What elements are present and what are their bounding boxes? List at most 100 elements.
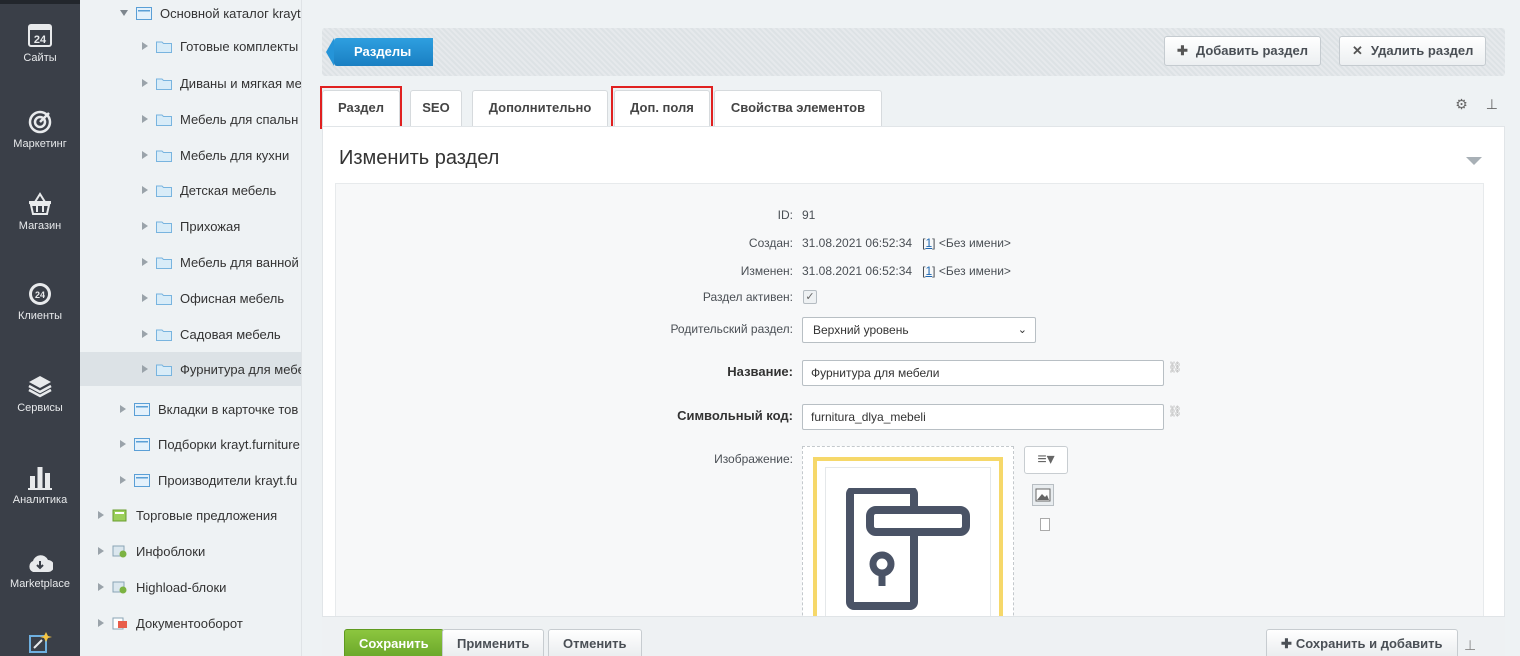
created-user-name: <Без имени>: [938, 236, 1011, 250]
sidebar-item-services[interactable]: Сервисы: [0, 374, 80, 414]
tree-item[interactable]: Офисная мебель: [80, 285, 301, 311]
expand-arrow-icon[interactable]: [142, 79, 148, 87]
sidebar-item-clients[interactable]: 24 Клиенты: [0, 282, 80, 322]
modified-user-link[interactable]: 1: [925, 264, 932, 278]
edit-section-panel: Изменить раздел ID: 91 Создан: 31.08.202…: [322, 126, 1505, 656]
apply-button[interactable]: Применить: [442, 629, 545, 656]
created-user-link[interactable]: 1: [925, 236, 932, 250]
pin-icon[interactable]: ⊥: [1486, 96, 1498, 112]
sidebar-item-marketplace[interactable]: Marketplace: [0, 552, 80, 590]
sidebar-item-marketing[interactable]: Маркетинг: [0, 110, 80, 150]
sidebar-item-shop[interactable]: Магазин: [0, 192, 80, 232]
menu-lines-icon: ≡▾: [1037, 451, 1055, 468]
expand-arrow-icon[interactable]: [98, 583, 104, 591]
tree-item-label: Основной каталог krayt: [160, 5, 301, 21]
created-date: 31.08.2021 06:52:34: [802, 236, 913, 250]
tree-item[interactable]: Документооборот: [80, 610, 301, 636]
expand-arrow-icon[interactable]: [120, 440, 126, 448]
modified-value: 31.08.2021 06:52:34 [1] <Без имени>: [802, 264, 1011, 278]
image-menu-button[interactable]: ≡▾: [1024, 446, 1068, 474]
tree-item[interactable]: Мебель для кухни: [80, 142, 301, 168]
tree-item[interactable]: Производители krayt.fu: [80, 467, 301, 493]
tab-additional[interactable]: Дополнительно: [472, 90, 608, 126]
tree-item-label: Мебель для спальн: [180, 111, 299, 127]
expand-arrow-icon[interactable]: [142, 115, 148, 123]
tree-item[interactable]: Садовая мебель: [80, 321, 301, 347]
sidebar-item-label: Клиенты: [17, 310, 63, 322]
folder-icon: [156, 150, 172, 162]
expand-arrow-icon[interactable]: [142, 294, 148, 302]
basket-icon: [29, 192, 51, 215]
breadcrumb-sections[interactable]: Разделы: [325, 38, 434, 66]
image-icon[interactable]: [1032, 484, 1054, 506]
offers-icon: [112, 509, 127, 521]
cancel-button[interactable]: Отменить: [548, 629, 642, 656]
parent-label: Родительский раздел:: [670, 322, 793, 336]
folder-icon: [156, 41, 172, 53]
add-section-label: Добавить раздел: [1195, 43, 1309, 58]
translit-link-icon[interactable]: ⛓: [1168, 361, 1182, 385]
tree-item[interactable]: Подборки krayt.furniture: [80, 431, 301, 457]
tab-extra-fields[interactable]: Доп. поля: [614, 90, 710, 126]
tab-seo[interactable]: SEO: [410, 90, 462, 126]
code-label: Символьный код:: [677, 408, 793, 423]
form-footer: Сохранить Применить Отменить ✚ Сохранить …: [322, 616, 1505, 656]
save-and-add-button[interactable]: ✚ Сохранить и добавить: [1266, 629, 1458, 656]
expand-arrow-icon[interactable]: [98, 547, 104, 555]
delete-section-label: Удалить раздел: [1370, 43, 1474, 58]
file-icon[interactable]: [1040, 518, 1050, 531]
tree-item[interactable]: Детская мебель: [80, 177, 301, 203]
expand-arrow-icon[interactable]: [98, 511, 104, 519]
tree-item[interactable]: Торговые предложения: [80, 502, 301, 528]
save-button[interactable]: Сохранить: [344, 629, 444, 656]
active-checkbox[interactable]: ✓: [803, 290, 817, 304]
folder-icon: [156, 364, 172, 376]
section-form: ID: 91 Создан: 31.08.2021 06:52:34 [1] <…: [335, 183, 1484, 656]
expand-arrow-icon[interactable]: [142, 365, 148, 373]
sidebar-item-label: Marketplace: [10, 578, 70, 590]
created-value: 31.08.2021 06:52:34 [1] <Без имени>: [802, 236, 1011, 250]
tree-item[interactable]: Прихожая: [80, 213, 301, 239]
expand-arrow-icon[interactable]: [120, 476, 126, 484]
iblock-icon: [136, 6, 152, 20]
tree-item[interactable]: Вкладки в карточке тов: [80, 396, 301, 422]
sidebar-item-more[interactable]: [0, 630, 80, 656]
collapse-arrow-icon[interactable]: [120, 10, 128, 16]
tree-item[interactable]: Диваны и мягкая ме: [80, 70, 302, 96]
close-icon: ✕: [1352, 43, 1363, 58]
settings-gear-icon[interactable]: ⚙: [1455, 96, 1468, 112]
collapse-arrow-icon[interactable]: [1466, 157, 1482, 165]
tab-element-properties[interactable]: Свойства элементов: [714, 90, 882, 126]
expand-arrow-icon[interactable]: [142, 258, 148, 266]
tree-item-selected[interactable]: Фурнитура для мебе: [80, 352, 301, 386]
expand-arrow-icon[interactable]: [142, 42, 148, 50]
translit-link-icon[interactable]: ⛓: [1168, 405, 1182, 429]
tree-item-label: Диваны и мягкая ме: [180, 75, 302, 91]
expand-arrow-icon[interactable]: [98, 619, 104, 627]
tree-item[interactable]: Готовые комплекты: [80, 33, 301, 59]
workflow-icon: [112, 617, 127, 629]
expand-arrow-icon[interactable]: [120, 405, 126, 413]
name-input[interactable]: Фурнитура для мебели: [802, 360, 1164, 386]
sidebar-item-analytics[interactable]: Аналитика: [0, 464, 80, 506]
add-section-button[interactable]: ✚ Добавить раздел: [1164, 36, 1322, 66]
expand-arrow-icon[interactable]: [142, 330, 148, 338]
tree-item-label: Детская мебель: [180, 182, 277, 198]
code-input[interactable]: furnitura_dlya_mebeli: [802, 404, 1164, 430]
tree-item[interactable]: Мебель для ванной: [80, 249, 301, 275]
delete-section-button[interactable]: ✕ Удалить раздел: [1339, 36, 1487, 66]
pin-icon[interactable]: ⊥: [1464, 637, 1476, 654]
expand-arrow-icon[interactable]: [142, 151, 148, 159]
expand-arrow-icon[interactable]: [142, 186, 148, 194]
sidebar-item-sites[interactable]: 24 Сайты: [0, 22, 80, 64]
tree-item-label: Садовая мебель: [180, 326, 281, 342]
expand-arrow-icon[interactable]: [142, 222, 148, 230]
tree-item[interactable]: Мебель для спальн: [80, 106, 301, 132]
parent-select[interactable]: Верхний уровень ⌄: [802, 317, 1036, 343]
tree-item[interactable]: Основной каталог krayt: [80, 0, 301, 26]
tab-section[interactable]: Раздел: [322, 90, 400, 126]
tree-item[interactable]: Highload-блоки: [80, 574, 301, 600]
tree-item-label: Документооборот: [136, 615, 243, 631]
folder-icon: [156, 293, 172, 305]
tree-item[interactable]: Инфоблоки: [80, 538, 301, 564]
